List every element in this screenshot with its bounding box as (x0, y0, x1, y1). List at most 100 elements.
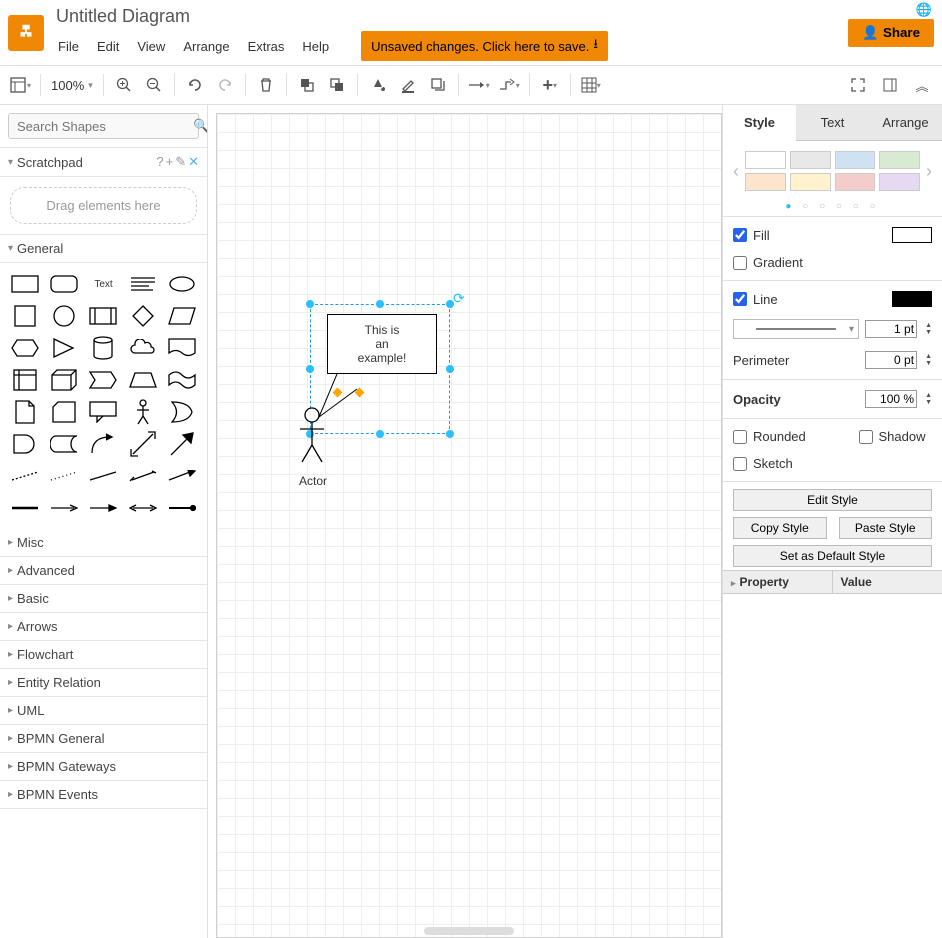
swatch-pager[interactable]: ● ○ ○ ○ ○ ○ (723, 201, 942, 212)
swatch-purple[interactable] (879, 173, 920, 191)
shadow-checkbox[interactable] (859, 430, 873, 444)
scratchpad-section[interactable]: ▾ Scratchpad ? + ✎ ✕ (0, 147, 207, 177)
shape-arrow-thick[interactable] (166, 431, 199, 457)
shape-step[interactable] (87, 367, 120, 393)
shape-line-dashed[interactable] (8, 463, 41, 489)
fullscreen-button[interactable] (844, 71, 872, 99)
help-icon[interactable]: ? (156, 154, 163, 170)
shape-line-dotted[interactable] (47, 463, 80, 489)
shape-arrow-thin-bi[interactable] (126, 495, 159, 521)
category-basic[interactable]: ▸Basic (0, 585, 207, 613)
shape-link[interactable] (8, 495, 41, 521)
to-back-button[interactable] (323, 71, 351, 99)
paste-style-button[interactable]: Paste Style (839, 517, 933, 539)
undo-button[interactable] (181, 71, 209, 99)
fill-color-chip[interactable] (892, 227, 932, 243)
category-entity-relation[interactable]: ▸Entity Relation (0, 669, 207, 697)
menu-help[interactable]: Help (300, 37, 331, 56)
resize-handle-se[interactable] (446, 430, 454, 438)
set-default-style-button[interactable]: Set as Default Style (733, 545, 932, 567)
edit-style-button[interactable]: Edit Style (733, 489, 932, 511)
connection-style-button[interactable]: ▾ (465, 71, 493, 99)
gradient-checkbox[interactable] (733, 256, 747, 270)
menu-extras[interactable]: Extras (246, 37, 287, 56)
search-field[interactable] (17, 119, 193, 134)
fill-checkbox[interactable] (733, 228, 747, 242)
shape-bidir-arrow[interactable] (126, 431, 159, 457)
table-button[interactable]: ▾ (577, 71, 605, 99)
resize-handle-n[interactable] (376, 300, 384, 308)
category-arrows[interactable]: ▸Arrows (0, 613, 207, 641)
swatch-orange[interactable] (745, 173, 786, 191)
category-bpmn-events[interactable]: ▸BPMN Events (0, 781, 207, 809)
page-view-button[interactable]: ▾ (6, 71, 34, 99)
swatch-yellow[interactable] (790, 173, 831, 191)
swatch-next[interactable]: › (926, 161, 932, 182)
swatch-blue[interactable] (835, 151, 876, 169)
shape-note[interactable] (8, 399, 41, 425)
swatch-white[interactable] (745, 151, 786, 169)
line-color-chip[interactable] (892, 291, 932, 307)
shape-parallelogram[interactable] (166, 303, 199, 329)
resize-handle-s[interactable] (376, 430, 384, 438)
note-shape[interactable]: This is an example! (327, 314, 437, 374)
unsaved-changes-banner[interactable]: Unsaved changes. Click here to save. ⭳ (361, 31, 608, 61)
general-section[interactable]: ▾ General (0, 234, 207, 263)
canvas[interactable]: ⟳ This is an example! Actor (216, 113, 722, 938)
delete-button[interactable] (252, 71, 280, 99)
add-icon[interactable]: + (166, 154, 174, 170)
perimeter-input[interactable] (865, 351, 917, 369)
rounded-checkbox[interactable] (733, 430, 747, 444)
share-button[interactable]: 👤 Share (848, 19, 934, 47)
shape-cloud[interactable] (126, 335, 159, 361)
resize-handle-nw[interactable] (306, 300, 314, 308)
format-panel-button[interactable] (876, 71, 904, 99)
category-bpmn-general[interactable]: ▸BPMN General (0, 725, 207, 753)
shape-actor[interactable] (126, 399, 159, 425)
swatch-red[interactable] (835, 173, 876, 191)
menu-view[interactable]: View (135, 37, 167, 56)
shape-tape[interactable] (166, 367, 199, 393)
shape-hexagon[interactable] (8, 335, 41, 361)
category-flowchart[interactable]: ▸Flowchart (0, 641, 207, 669)
opacity-input[interactable] (865, 390, 917, 408)
shape-internal-storage[interactable] (8, 367, 41, 393)
shape-rectangle[interactable] (8, 271, 41, 297)
to-front-button[interactable] (293, 71, 321, 99)
line-style-select[interactable] (733, 319, 859, 339)
close-icon[interactable]: ✕ (188, 154, 199, 170)
zoom-select[interactable]: 100% ▾ (47, 76, 97, 95)
shape-trapezoid[interactable] (126, 367, 159, 393)
shape-diamond[interactable] (126, 303, 159, 329)
zoom-out-button[interactable] (140, 71, 168, 99)
shadow-button[interactable] (424, 71, 452, 99)
resize-handle-e[interactable] (446, 365, 454, 373)
shape-card[interactable] (47, 399, 80, 425)
category-bpmn-gateways[interactable]: ▸BPMN Gateways (0, 753, 207, 781)
line-checkbox[interactable] (733, 292, 747, 306)
swatch-prev[interactable]: ‹ (733, 161, 739, 182)
shape-arrow-curve[interactable] (87, 431, 120, 457)
zoom-in-button[interactable] (110, 71, 138, 99)
shape-callout[interactable] (87, 399, 120, 425)
copy-style-button[interactable]: Copy Style (733, 517, 827, 539)
menu-edit[interactable]: Edit (95, 37, 121, 56)
shape-rounded-rect[interactable] (47, 271, 80, 297)
fill-color-button[interactable] (364, 71, 392, 99)
actor-label[interactable]: Actor (299, 474, 327, 488)
shape-arrow-open[interactable] (47, 495, 80, 521)
line-color-button[interactable] (394, 71, 422, 99)
sketch-checkbox[interactable] (733, 457, 747, 471)
edit-icon[interactable]: ✎ (175, 154, 186, 170)
app-logo[interactable] (8, 15, 44, 51)
shape-process[interactable] (87, 303, 120, 329)
shape-bidir-connector[interactable] (126, 463, 159, 489)
rotate-handle[interactable]: ⟳ (453, 290, 465, 307)
insert-button[interactable]: +▾ (536, 71, 564, 99)
perimeter-spinner[interactable]: ▲▼ (925, 353, 932, 367)
horizontal-scrollbar[interactable] (424, 927, 514, 935)
shape-circle[interactable] (47, 303, 80, 329)
line-width-spinner[interactable]: ▲▼ (925, 322, 932, 336)
swatch-green[interactable] (879, 151, 920, 169)
opacity-spinner[interactable]: ▲▼ (925, 392, 932, 406)
